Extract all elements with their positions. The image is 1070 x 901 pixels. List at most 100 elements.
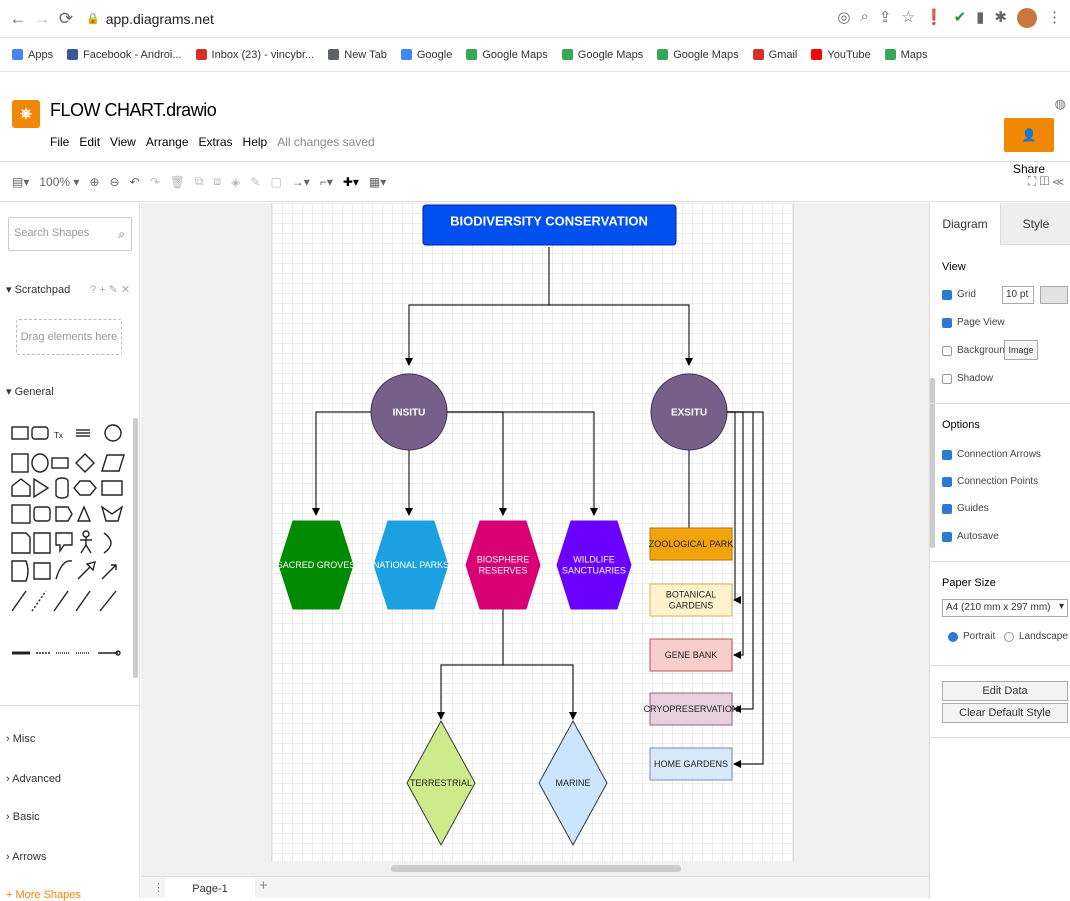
bookmark-3[interactable]: New Tab xyxy=(328,49,387,61)
bookmark-label: Google Maps xyxy=(482,48,548,61)
table-icon[interactable]: ▦▾ xyxy=(369,175,386,189)
sidebar-scrollbar[interactable] xyxy=(133,418,138,678)
advanced-label: Advanced xyxy=(12,773,62,785)
location-icon[interactable]: ◎ xyxy=(837,8,850,28)
waypoints-icon[interactable]: ⌐▾ xyxy=(320,175,333,189)
tab-diagram[interactable]: Diagram xyxy=(930,203,1000,245)
zoom-out-icon[interactable]: ⊖ xyxy=(110,175,120,189)
puzzle-icon[interactable]: ✱ xyxy=(994,8,1007,28)
connection-points-checkbox[interactable]: Connection Points xyxy=(942,476,1038,487)
zoom-icon[interactable]: ⌕ xyxy=(860,8,868,28)
exsitu-child-label: GARDENS xyxy=(669,601,714,611)
background-image-button[interactable]: Image xyxy=(1004,340,1038,360)
scratchpad-drop-zone[interactable]: Drag elements here xyxy=(16,319,122,355)
background-label: Background xyxy=(957,345,1011,356)
bookmark-9[interactable]: YouTube xyxy=(811,49,871,61)
menu-arrange[interactable]: Arrange xyxy=(146,135,189,149)
insert-icon[interactable]: ✚▾ xyxy=(343,175,359,189)
share-page-icon[interactable]: ⇪ xyxy=(879,8,892,28)
shadow-icon[interactable]: ▢ xyxy=(270,175,281,189)
zoom-level[interactable]: 100% ▾ xyxy=(39,175,79,189)
bookmark-4[interactable]: Google xyxy=(400,48,453,61)
fill-color-icon[interactable]: ◈ xyxy=(231,175,240,189)
bookmark-0[interactable]: Apps xyxy=(12,49,53,61)
connection-icon[interactable]: →▾ xyxy=(292,175,310,189)
landscape-radio[interactable]: Landscape xyxy=(1004,631,1068,642)
bookmark-2[interactable]: Inbox (23) - vincybr... xyxy=(195,49,314,61)
zoom-in-icon[interactable]: ⊕ xyxy=(89,175,99,189)
pin-icon[interactable]: ❗ xyxy=(925,8,944,28)
bookmark-label: Google xyxy=(416,48,453,61)
tab-page-1[interactable]: Page-1 xyxy=(165,877,255,899)
canvas-scrollbar[interactable] xyxy=(391,865,681,872)
menu-edit[interactable]: Edit xyxy=(79,135,100,149)
fullscreen-icons[interactable]: ⛶ ◫ ≪ xyxy=(1028,174,1064,189)
tab-style[interactable]: Style xyxy=(1000,203,1070,245)
shadow-checkbox[interactable]: Shadow xyxy=(942,373,993,384)
menu-file[interactable]: File xyxy=(50,135,69,149)
basic-header[interactable]: › Basic xyxy=(6,811,40,823)
edit-data-button[interactable]: Edit Data xyxy=(942,681,1068,701)
redo-icon[interactable]: ↷ xyxy=(150,175,160,189)
bookmark-1[interactable]: Facebook - Androi... xyxy=(67,49,182,61)
autosave-checkbox[interactable]: Autosave xyxy=(942,531,999,542)
advanced-header[interactable]: › Advanced xyxy=(6,773,61,785)
basic-label: Basic xyxy=(12,811,40,823)
menu-extras[interactable]: Extras xyxy=(199,135,233,149)
back-icon[interactable]: ← xyxy=(6,9,30,29)
grid-color-swatch[interactable] xyxy=(1040,286,1068,304)
misc-header[interactable]: › Misc xyxy=(6,733,35,745)
page-view-label: Page View xyxy=(957,317,1005,328)
bookmark-favicon-icon xyxy=(811,49,823,60)
page-view-checkbox[interactable]: Page View xyxy=(942,317,1005,328)
delete-icon[interactable]: 🗑 xyxy=(170,175,185,189)
view-toggle-icon[interactable]: ▤▾ xyxy=(12,175,29,189)
bookmark-5[interactable]: Google Maps xyxy=(466,48,548,61)
star-icon[interactable]: ☆ xyxy=(901,8,914,28)
to-front-icon[interactable]: ⧉ xyxy=(195,174,204,189)
connection-arrows-checkbox[interactable]: Connection Arrows xyxy=(942,449,1041,460)
search-placeholder: Search Shapes xyxy=(14,227,90,239)
kebab-menu-icon[interactable]: ⋮ xyxy=(1047,8,1062,28)
extension-icon[interactable]: ▮ xyxy=(976,8,984,28)
add-page-icon[interactable]: + xyxy=(259,877,268,894)
bookmark-7[interactable]: Google Maps xyxy=(657,49,739,61)
profile-avatar[interactable] xyxy=(1017,8,1037,28)
search-shapes-input[interactable]: Search Shapes ⌕ xyxy=(8,217,132,251)
check-icon[interactable]: ✔ xyxy=(954,8,967,28)
exsitu-child-label: CRYOPRESERVATION xyxy=(644,704,739,714)
background-checkbox[interactable]: Background xyxy=(942,345,1010,356)
arrows-header[interactable]: › Arrows xyxy=(6,851,46,863)
diagram-canvas[interactable]: BIODIVERSITY CONSERVATION INSITU EXSITU SAC… xyxy=(141,203,929,876)
reload-icon[interactable]: ⟳ xyxy=(54,9,78,29)
guides-checkbox[interactable]: Guides xyxy=(942,503,989,514)
language-icon[interactable]: ◍ xyxy=(1055,96,1066,112)
to-back-icon[interactable]: ⧈ xyxy=(214,174,222,189)
scratchpad-tools[interactable]: ? + ✎ ✕ xyxy=(90,283,130,296)
grid-size-input[interactable]: 10 pt xyxy=(1002,286,1034,304)
menu-view[interactable]: View xyxy=(110,135,136,149)
general-header[interactable]: ▾ General xyxy=(6,385,54,398)
document-title[interactable]: FLOW CHART.drawio xyxy=(50,100,217,121)
bookmark-10[interactable]: Maps xyxy=(884,49,928,61)
address-bar[interactable]: 🔒 app.diagrams.net xyxy=(86,11,214,27)
general-shapes-palette[interactable]: Tx xyxy=(10,421,132,691)
grid-checkbox[interactable]: Grid xyxy=(942,289,976,300)
menu-help[interactable]: Help xyxy=(243,135,268,149)
share-button[interactable]: 👤 Share xyxy=(1004,118,1054,176)
bookmark-8[interactable]: Gmail xyxy=(752,49,797,61)
portrait-radio[interactable]: Portrait xyxy=(948,631,995,642)
undo-icon[interactable]: ↶ xyxy=(130,175,140,189)
line-color-icon[interactable]: ✎ xyxy=(250,175,260,189)
shapes-sidebar: Search Shapes ⌕ ▾ Scratchpad ? + ✎ ✕ Dra… xyxy=(0,203,140,901)
paper-size-select[interactable]: A4 (210 mm x 297 mm) ▾ xyxy=(942,599,1068,617)
grid-check-icon xyxy=(942,289,952,300)
bookmark-6[interactable]: Google Maps xyxy=(561,49,643,61)
scratchpad-header[interactable]: ▾ Scratchpad xyxy=(6,283,70,296)
forward-icon[interactable]: → xyxy=(30,9,54,29)
format-panel: Diagram Style View Grid 10 pt Page View … xyxy=(929,203,1070,898)
pages-menu-icon[interactable]: ⋮ xyxy=(153,881,164,894)
flowchart-diagram[interactable]: BIODIVERSITY CONSERVATION INSITU EXSITU SAC… xyxy=(141,203,929,863)
more-shapes-button[interactable]: + More Shapes xyxy=(6,889,81,901)
clear-default-style-button[interactable]: Clear Default Style xyxy=(942,703,1068,723)
